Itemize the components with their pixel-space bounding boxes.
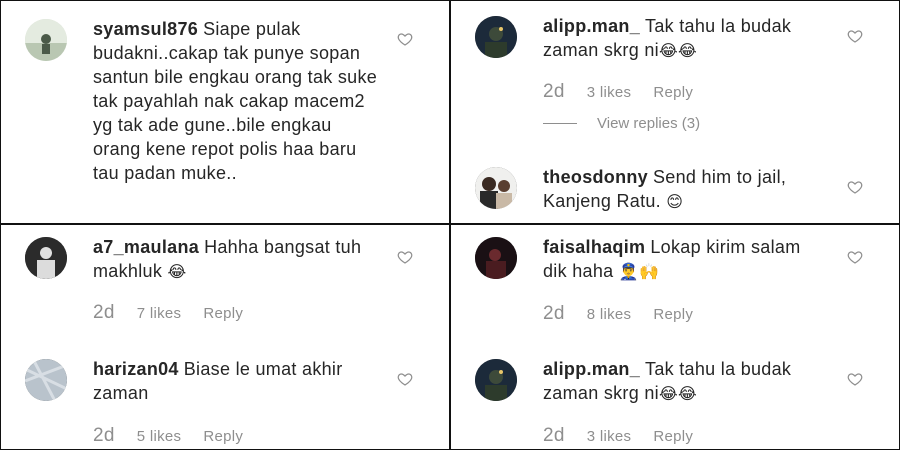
comment-username[interactable]: theosdonny xyxy=(543,167,648,187)
heart-icon[interactable] xyxy=(847,179,863,195)
avatar[interactable] xyxy=(25,359,67,401)
comment-username[interactable]: harizan04 xyxy=(93,359,179,379)
comment-age: 2d xyxy=(543,425,565,446)
comment-username[interactable]: alipp.man_ xyxy=(543,16,640,36)
comment-screenshot-collage: syamsul876 Siape pulak budakni..cakap tak… xyxy=(0,0,900,450)
comment-body: faisalhaqim Lokap kirim salam dik haha 👮‍… xyxy=(543,235,829,284)
comment-body: alipp.man_ Tak tahu la budak zaman skrg n… xyxy=(543,357,829,406)
comment-age: 2d xyxy=(93,425,115,446)
reply-button[interactable]: Reply xyxy=(653,306,693,323)
comment-body: theosdonny Send him to jail, Kanjeng Ratu… xyxy=(543,165,829,214)
avatar[interactable] xyxy=(475,237,517,279)
comment-username[interactable]: alipp.man_ xyxy=(543,359,640,379)
panel-top-right: alipp.man_ Tak tahu la budak zaman skrg n… xyxy=(451,1,899,223)
heart-icon[interactable] xyxy=(847,249,863,265)
likes-count[interactable]: 8 likes xyxy=(587,306,632,323)
comment-username[interactable]: faisalhaqim xyxy=(543,237,645,257)
likes-count[interactable]: 3 likes xyxy=(587,428,632,445)
likes-count[interactable]: 5 likes xyxy=(137,428,182,445)
comment-meta: 2d 3 likes Reply xyxy=(543,425,693,447)
comment-emoji: 😂 xyxy=(167,262,187,281)
comment-meta: 2d 5 likes Reply xyxy=(93,425,243,447)
avatar[interactable] xyxy=(475,359,517,401)
comment-meta: 2d 3 likes Reply xyxy=(543,81,693,103)
avatar[interactable] xyxy=(25,237,67,279)
comment-username[interactable]: syamsul876 xyxy=(93,19,198,39)
likes-count[interactable]: 7 likes xyxy=(137,305,182,322)
heart-icon[interactable] xyxy=(397,31,413,47)
comment-age: 2d xyxy=(93,302,115,323)
comment-emoji: 😂😂 xyxy=(658,41,697,60)
avatar[interactable] xyxy=(25,19,67,61)
comment-emoji: 😊 xyxy=(666,192,684,211)
comment-username[interactable]: a7_maulana xyxy=(93,237,199,257)
likes-count[interactable]: 3 likes xyxy=(587,84,632,101)
heart-icon[interactable] xyxy=(847,28,863,44)
panel-top-left: syamsul876 Siape pulak budakni..cakap tak… xyxy=(1,1,449,223)
replies-dash xyxy=(543,123,577,124)
heart-icon[interactable] xyxy=(397,249,413,265)
panel-bottom-right: faisalhaqim Lokap kirim salam dik haha 👮‍… xyxy=(451,225,899,449)
reply-button[interactable]: Reply xyxy=(203,305,243,322)
comment-body: a7_maulana Hahha bangsat tuh makhluk 😂 xyxy=(93,235,379,284)
comment-body: syamsul876 Siape pulak budakni..cakap tak… xyxy=(93,17,379,185)
comment-body: alipp.man_ Tak tahu la budak zaman skrg n… xyxy=(543,14,829,63)
view-replies-label[interactable]: View replies (3) xyxy=(597,115,700,132)
panel-bottom-left: a7_maulana Hahha bangsat tuh makhluk 😂 2d… xyxy=(1,225,449,449)
reply-button[interactable]: Reply xyxy=(653,428,693,445)
comment-age: 2d xyxy=(543,81,565,102)
comment-text: Siape pulak budakni..cakap tak punye sop… xyxy=(93,19,378,183)
comment-emoji: 😂😂 xyxy=(658,384,697,403)
heart-icon[interactable] xyxy=(397,371,413,387)
avatar[interactable] xyxy=(475,16,517,58)
comment-body: harizan04 Biase le umat akhir zaman xyxy=(93,357,379,405)
reply-button[interactable]: Reply xyxy=(653,84,693,101)
avatar[interactable] xyxy=(475,167,517,209)
view-replies-link[interactable]: View replies (3) xyxy=(543,115,700,132)
comment-meta: 2d 7 likes Reply xyxy=(93,302,243,324)
comment-meta: 2d 8 likes Reply xyxy=(543,303,693,325)
heart-icon[interactable] xyxy=(847,371,863,387)
comment-age: 2d xyxy=(543,303,565,324)
comment-emoji: 👮‍♂️🙌 xyxy=(618,262,660,281)
reply-button[interactable]: Reply xyxy=(203,428,243,445)
